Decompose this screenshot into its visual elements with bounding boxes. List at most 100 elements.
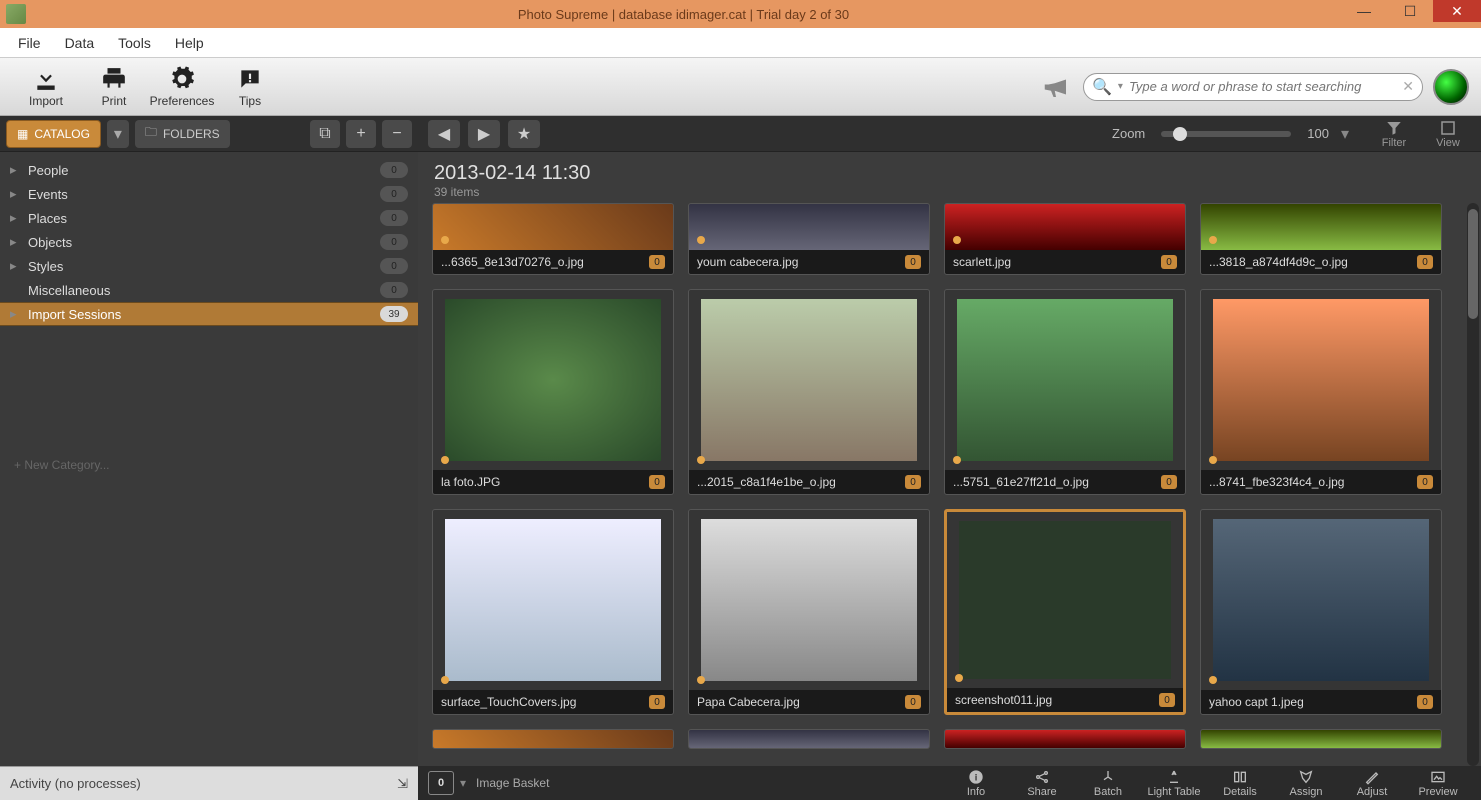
toolbar: Import Print Preferences Tips 🔍 ▾ ✕ <box>0 58 1481 116</box>
category-count: 0 <box>380 162 408 178</box>
zoom-dropdown-icon[interactable]: ▾ <box>1341 124 1349 144</box>
close-button[interactable]: ✕ <box>1433 0 1481 22</box>
status-dot-icon <box>697 676 705 684</box>
favorite-button[interactable]: ★ <box>508 120 540 148</box>
thumbnail[interactable] <box>432 729 674 749</box>
thumbnail[interactable]: yahoo capt 1.jpeg 0 <box>1200 509 1442 715</box>
category-item-styles[interactable]: ▸ Styles 0 <box>0 254 418 278</box>
details-button[interactable]: Details <box>1207 769 1273 798</box>
tips-button[interactable]: Tips <box>216 66 284 108</box>
thumbnail[interactable]: ...6365_8e13d70276_o.jpg 0 <box>432 203 674 275</box>
titlebar: Photo Supreme | database idimager.cat | … <box>0 0 1481 28</box>
filter-icon <box>1385 119 1403 137</box>
category-item-import-sessions[interactable]: ▸ Import Sessions 39 <box>0 302 418 326</box>
thumbnail[interactable] <box>688 729 930 749</box>
share-label: Share <box>1027 786 1056 798</box>
thumbnail[interactable]: ...2015_c8a1f4e1be_o.jpg 0 <box>688 289 930 495</box>
category-item-places[interactable]: ▸ Places 0 <box>0 206 418 230</box>
search-box[interactable]: 🔍 ▾ ✕ <box>1083 73 1423 101</box>
clear-search-icon[interactable]: ✕ <box>1402 78 1414 95</box>
thumbnail[interactable]: ...3818_a874df4d9c_o.jpg 0 <box>1200 203 1442 275</box>
tab-folders[interactable]: 🗀 FOLDERS <box>135 120 230 148</box>
menubar: File Data Tools Help <box>0 28 1481 58</box>
minimize-button[interactable]: — <box>1341 0 1387 22</box>
batch-button[interactable]: Batch <box>1075 769 1141 798</box>
nav-back-button[interactable]: ◀ <box>428 120 460 148</box>
thumbnail[interactable] <box>944 729 1186 749</box>
content-area: ◀ ▶ ★ Zoom 100 ▾ Filter View 2013-02-14 … <box>418 116 1481 766</box>
thumbnail[interactable]: ...5751_61e27ff21d_o.jpg 0 <box>944 289 1186 495</box>
maximize-button[interactable]: ☐ <box>1387 0 1433 22</box>
thumbnail-filename: surface_TouchCovers.jpg <box>441 695 643 709</box>
tab-catalog-dropdown[interactable]: ▾ <box>107 120 129 148</box>
category-item-miscellaneous[interactable]: Miscellaneous 0 <box>0 278 418 302</box>
search-dropdown-icon[interactable]: ▾ <box>1118 81 1123 92</box>
filter-button[interactable]: Filter <box>1371 119 1417 149</box>
thumbnail-filename: screenshot011.jpg <box>955 693 1153 707</box>
thumbnail[interactable]: surface_TouchCovers.jpg 0 <box>432 509 674 715</box>
add-button[interactable]: + <box>346 120 376 148</box>
activity-toggle-icon[interactable]: ⇲ <box>397 776 408 792</box>
menu-help[interactable]: Help <box>165 31 214 55</box>
status-dot-icon <box>953 456 961 464</box>
category-item-events[interactable]: ▸ Events 0 <box>0 182 418 206</box>
zoom-thumb[interactable] <box>1173 127 1187 141</box>
thumbnail[interactable]: Papa Cabecera.jpg 0 <box>688 509 930 715</box>
info-button[interactable]: iInfo <box>943 769 1009 798</box>
assign-button[interactable]: Assign <box>1273 769 1339 798</box>
status-orb[interactable] <box>1433 69 1469 105</box>
print-button[interactable]: Print <box>80 66 148 108</box>
status-dot-icon <box>1209 456 1217 464</box>
category-label: Import Sessions <box>28 307 372 322</box>
tab-catalog[interactable]: ▦ CATALOG <box>6 120 101 148</box>
adjust-label: Adjust <box>1357 786 1388 798</box>
batch-label: Batch <box>1094 786 1122 798</box>
basket-count[interactable]: 0 <box>428 771 454 795</box>
preview-button[interactable]: Preview <box>1405 769 1471 798</box>
thumbnail[interactable]: screenshot011.jpg 0 <box>944 509 1186 715</box>
status-dot-icon <box>1209 676 1217 684</box>
thumbnail-count: 0 <box>649 695 665 709</box>
basket-dropdown-icon[interactable]: ▾ <box>460 776 466 790</box>
filter-label: Filter <box>1382 137 1406 149</box>
thumbnail[interactable]: ...8741_fbe323f4c4_o.jpg 0 <box>1200 289 1442 495</box>
share-button[interactable]: Share <box>1009 769 1075 798</box>
thumbnail-filename: youm cabecera.jpg <box>697 255 899 269</box>
category-label: Miscellaneous <box>28 283 372 298</box>
category-item-people[interactable]: ▸ People 0 <box>0 158 418 182</box>
thumbnail[interactable]: la foto.JPG 0 <box>432 289 674 495</box>
menu-file[interactable]: File <box>8 31 51 55</box>
thumbnail[interactable]: youm cabecera.jpg 0 <box>688 203 930 275</box>
megaphone-icon[interactable] <box>1041 72 1071 102</box>
thumbnail-filename: yahoo capt 1.jpeg <box>1209 695 1411 709</box>
menu-tools[interactable]: Tools <box>108 31 161 55</box>
thumbnail-bar: Papa Cabecera.jpg 0 <box>689 690 929 714</box>
remove-button[interactable]: − <box>382 120 412 148</box>
thumbnail-grid-scroll[interactable]: ...6365_8e13d70276_o.jpg 0 youm cabecera… <box>418 203 1481 766</box>
thumbnail-filename: ...2015_c8a1f4e1be_o.jpg <box>697 475 899 489</box>
import-button[interactable]: Import <box>12 66 80 108</box>
category-item-objects[interactable]: ▸ Objects 0 <box>0 230 418 254</box>
thumbnail[interactable]: scarlett.jpg 0 <box>944 203 1186 275</box>
vertical-scrollbar[interactable] <box>1467 203 1479 766</box>
thumbnail-count: 0 <box>905 475 921 489</box>
category-label: Events <box>28 187 372 202</box>
new-category[interactable]: + New Category... <box>0 448 418 482</box>
expand-icon: ▸ <box>10 162 20 178</box>
menu-data[interactable]: Data <box>55 31 105 55</box>
window-title: Photo Supreme | database idimager.cat | … <box>26 7 1341 22</box>
lighttable-icon <box>1166 769 1182 785</box>
search-input[interactable] <box>1129 79 1396 94</box>
preferences-button[interactable]: Preferences <box>148 66 216 108</box>
nav-forward-button[interactable]: ▶ <box>468 120 500 148</box>
link-button[interactable]: ⧉ <box>310 120 340 148</box>
scrollbar-handle[interactable] <box>1468 209 1478 319</box>
status-dot-icon <box>441 236 449 244</box>
adjust-button[interactable]: Adjust <box>1339 769 1405 798</box>
lighttable-button[interactable]: Light Table <box>1141 769 1207 798</box>
zoom-slider[interactable] <box>1161 131 1291 137</box>
category-count: 0 <box>380 282 408 298</box>
thumbnail-filename: la foto.JPG <box>441 475 643 489</box>
thumbnail[interactable] <box>1200 729 1442 749</box>
view-button[interactable]: View <box>1425 119 1471 149</box>
